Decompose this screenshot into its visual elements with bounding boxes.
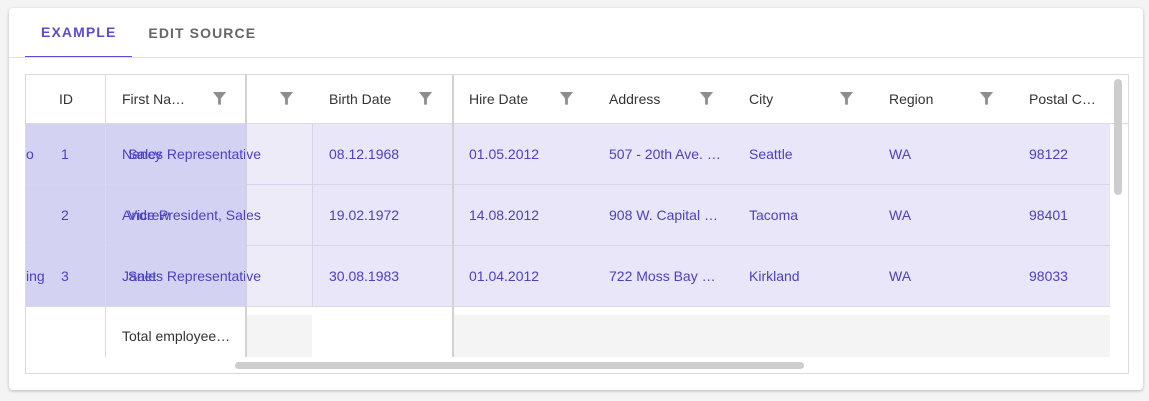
filter-icon[interactable]: [418, 91, 433, 106]
fixed-column-divider: [452, 75, 454, 357]
cell-address[interactable]: 908 W. Capital …: [609, 185, 718, 245]
filter-icon[interactable]: [559, 91, 574, 106]
cell-hire-date[interactable]: 01.05.2012: [469, 124, 539, 184]
cell-postal-code[interactable]: 98033: [1029, 246, 1068, 306]
cell-birth-date[interactable]: 19.02.1972: [329, 185, 399, 245]
cell-id[interactable]: 3: [61, 246, 69, 306]
footer-clipped-area: [246, 315, 312, 357]
horizontal-scrollbar[interactable]: [235, 362, 804, 369]
column-header-region[interactable]: Region: [889, 75, 933, 123]
column-header-birth-date[interactable]: Birth Date: [329, 75, 391, 123]
column-header-id[interactable]: ID: [59, 75, 73, 123]
cell-title[interactable]: Vice President, Sales: [128, 185, 261, 245]
cell-id[interactable]: 2: [61, 185, 69, 245]
cell-birth-date[interactable]: 30.08.1983: [329, 246, 399, 306]
filter-icon[interactable]: [839, 91, 854, 106]
filter-icon[interactable]: [212, 91, 227, 106]
column-divider: [105, 75, 106, 357]
cell-city[interactable]: Seattle: [749, 124, 793, 184]
cell-region[interactable]: WA: [889, 246, 911, 306]
column-header-address[interactable]: Address: [609, 75, 660, 123]
vertical-scrollbar[interactable]: [1114, 79, 1122, 195]
cell-hire-date[interactable]: 14.08.2012: [469, 185, 539, 245]
column-header-postal-code[interactable]: Postal C…: [1029, 75, 1104, 123]
tab-example[interactable]: EXAMPLE: [25, 8, 133, 58]
filter-icon[interactable]: [979, 91, 994, 106]
filter-icon[interactable]: [699, 91, 714, 106]
cell-title[interactable]: Sales Representative: [128, 124, 261, 184]
footer-total-employees: Total employee…: [122, 328, 231, 344]
cell-city[interactable]: Kirkland: [749, 246, 800, 306]
cell-postal-code[interactable]: 98122: [1029, 124, 1068, 184]
tab-edit-source[interactable]: EDIT SOURCE: [132, 8, 272, 58]
cell-hire-date[interactable]: 01.04.2012: [469, 246, 539, 306]
row-divider: [26, 306, 1110, 307]
fixed-column-divider: [245, 75, 247, 357]
cell-city[interactable]: Tacoma: [749, 185, 798, 245]
data-grid: ID First Na… Birth Date Hire Date Addres…: [25, 74, 1129, 374]
filter-icon[interactable]: [279, 91, 294, 106]
clipped-cell: o: [26, 146, 34, 162]
footer-scroll-area: [454, 315, 1110, 357]
cell-postal-code[interactable]: 98401: [1029, 185, 1068, 245]
column-header-city[interactable]: City: [749, 75, 773, 123]
cell-region[interactable]: WA: [889, 124, 911, 184]
cell-address[interactable]: 722 Moss Bay …: [609, 246, 716, 306]
cell-id[interactable]: 1: [61, 124, 69, 184]
example-card: EXAMPLE EDIT SOURCE ID First Na… Birth D…: [9, 8, 1143, 390]
column-header-hire-date[interactable]: Hire Date: [469, 75, 528, 123]
cell-birth-date[interactable]: 08.12.1968: [329, 124, 399, 184]
clipped-cell: ing: [26, 268, 45, 284]
tab-bar: EXAMPLE EDIT SOURCE: [25, 8, 272, 58]
cell-title[interactable]: Sales Representative: [128, 246, 261, 306]
column-header-first-name[interactable]: First Na…: [122, 75, 202, 123]
cell-address[interactable]: 507 - 20th Ave. …: [609, 124, 721, 184]
cell-region[interactable]: WA: [889, 185, 911, 245]
tabs-divider: [9, 57, 1143, 58]
column-divider: [312, 124, 313, 306]
